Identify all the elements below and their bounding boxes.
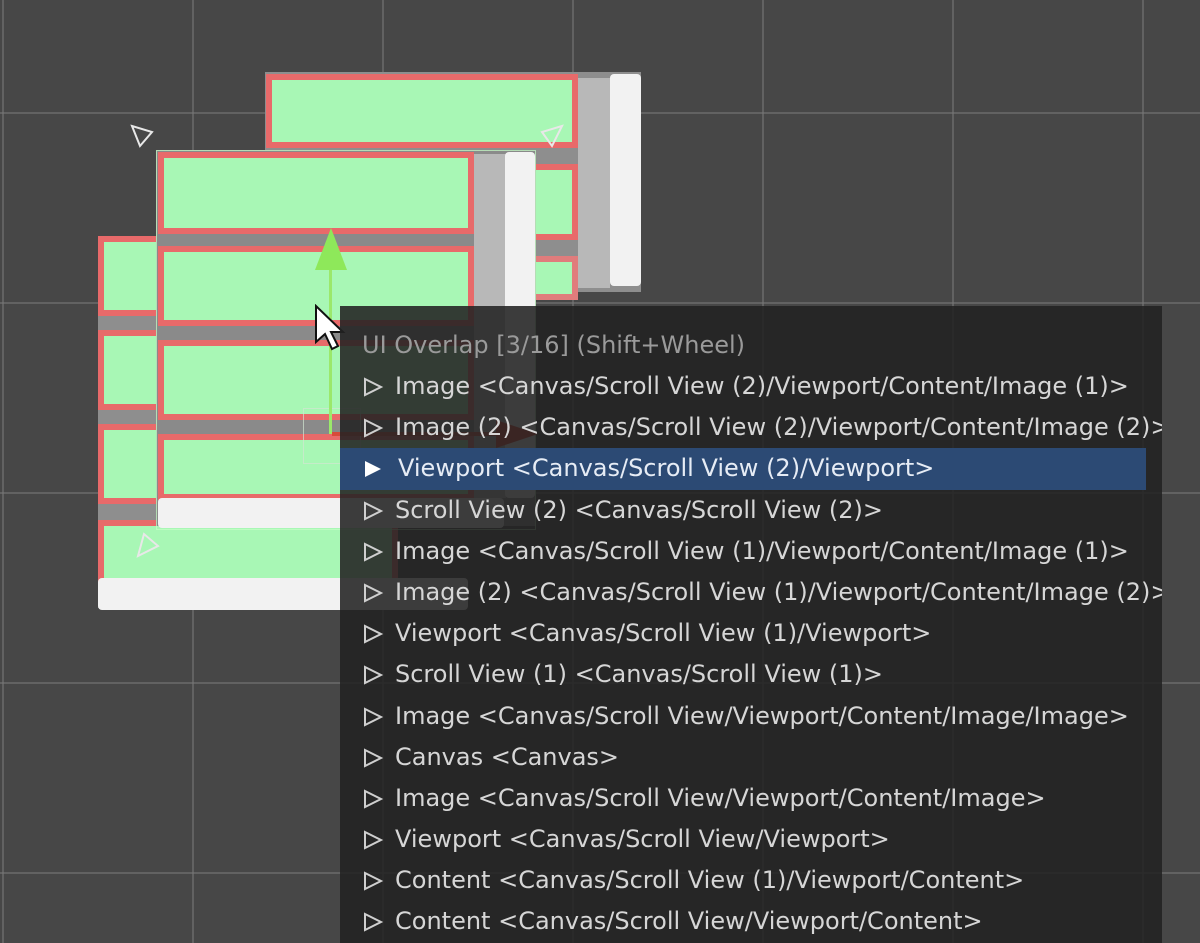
triangle-right-filled-icon: [365, 461, 381, 478]
overlap-list-item-label: Viewport <Canvas/Scroll View (2)/Viewpor…: [398, 454, 935, 483]
overlap-list-item-label: Image <Canvas/Scroll View (1)/Viewport/C…: [395, 536, 1129, 565]
scene-view[interactable]: UI Overlap [3/16] (Shift+Wheel) Image <C…: [0, 0, 1200, 943]
overlap-list: Image <Canvas/Scroll View (2)/Viewport/C…: [340, 366, 1162, 943]
overlap-list-item-label: Canvas <Canvas>: [395, 742, 620, 771]
triangle-right-outline-icon: [364, 624, 384, 644]
anchor-handle-top-right-icon[interactable]: [532, 122, 566, 152]
overlap-list-item-label: Content <Canvas/Scroll View/Viewport/Con…: [395, 907, 983, 936]
overlap-list-item[interactable]: Content <Canvas/Scroll View (1)/Viewport…: [340, 860, 1162, 901]
overlap-list-item[interactable]: Canvas <Canvas>: [340, 737, 1162, 778]
triangle-right-outline-icon: [364, 912, 384, 933]
gizmo-y-arrow-icon[interactable]: [313, 226, 349, 272]
overlap-list-item[interactable]: Image <Canvas/Scroll View/Viewport/Conte…: [340, 696, 1162, 737]
popup-title: UI Overlap [3/16] (Shift+Wheel): [362, 331, 746, 359]
overlap-list-item[interactable]: Image <Canvas/Scroll View (2)/Viewport/C…: [340, 366, 1162, 407]
triangle-right-outline-icon: [364, 500, 384, 521]
overlap-list-item-label: Image <Canvas/Scroll View/Viewport/Conte…: [395, 783, 1046, 812]
overlap-list-item[interactable]: Viewport <Canvas/Scroll View (1)/Viewpor…: [340, 613, 1162, 654]
overlap-list-item[interactable]: Viewport <Canvas/Scroll View/Viewport>: [340, 819, 1162, 860]
triangle-right-outline-icon: [364, 789, 384, 809]
overlap-list-item-label: Image (2) <Canvas/Scroll View (1)/Viewpo…: [395, 577, 1162, 606]
triangle-right-outline-icon: [364, 748, 384, 768]
overlap-list-item-label: Image <Canvas/Scroll View/Viewport/Conte…: [395, 701, 1129, 730]
triangle-right-outline-icon: [364, 418, 384, 438]
scroll-view-back-scrollbar[interactable]: [610, 74, 641, 286]
overlap-list-item[interactable]: Image (2) <Canvas/Scroll View (2)/Viewpo…: [340, 407, 1162, 448]
anchor-handle-top-left-icon[interactable]: [128, 122, 158, 152]
triangle-right-outline-icon: [364, 542, 384, 562]
triangle-right-outline-icon: [364, 706, 384, 727]
overlap-list-item-label: Image <Canvas/Scroll View (2)/Viewport/C…: [395, 372, 1129, 400]
overlap-list-item-label: Image (2) <Canvas/Scroll View (2)/Viewpo…: [395, 413, 1162, 442]
overlap-list-item[interactable]: Image (2) <Canvas/Scroll View (1)/Viewpo…: [340, 572, 1162, 613]
overlap-list-item-label: Scroll View (1) <Canvas/Scroll View (1)>: [395, 660, 884, 689]
overlap-list-item[interactable]: Scroll View (1) <Canvas/Scroll View (1)>: [340, 654, 1162, 695]
overlap-list-item[interactable]: Scroll View (2) <Canvas/Scroll View (2)>: [340, 490, 1162, 531]
triangle-right-outline-icon: [364, 665, 384, 685]
overlap-list-item[interactable]: Image <Canvas/Scroll View (1)/Viewport/C…: [340, 531, 1162, 572]
overlap-list-item-label: Content <Canvas/Scroll View (1)/Viewport…: [395, 866, 1025, 895]
overlap-list-item[interactable]: Image <Canvas/Scroll View/Viewport/Conte…: [340, 778, 1162, 819]
anchor-handle-bottom-left-icon[interactable]: [132, 526, 162, 560]
overlap-list-item[interactable]: Content <Canvas/Scroll View/Viewport/Con…: [340, 901, 1162, 942]
triangle-right-outline-icon: [364, 583, 384, 603]
overlap-list-item-label: Viewport <Canvas/Scroll View/Viewport>: [395, 825, 890, 854]
triangle-right-outline-icon: [364, 830, 384, 850]
triangle-right-outline-icon: [364, 377, 384, 397]
triangle-right-outline-icon: [364, 871, 384, 891]
overlap-list-item-selected[interactable]: Viewport <Canvas/Scroll View (2)/Viewpor…: [340, 448, 1146, 490]
overlap-list-item-label: Viewport <Canvas/Scroll View (1)/Viewpor…: [395, 619, 932, 648]
scroll-view-back-track: [578, 78, 610, 288]
overlap-list-item-label: Scroll View (2) <Canvas/Scroll View (2)>: [395, 495, 884, 524]
ui-overlap-popup[interactable]: UI Overlap [3/16] (Shift+Wheel) Image <C…: [340, 306, 1162, 943]
